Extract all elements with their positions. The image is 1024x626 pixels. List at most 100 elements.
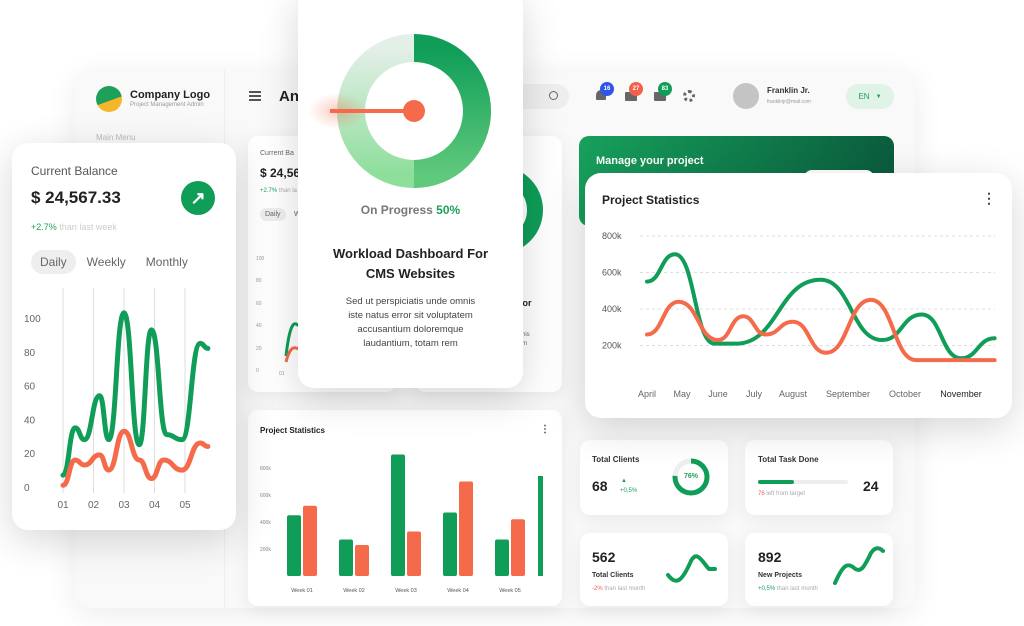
sparkline — [666, 554, 717, 583]
clients-value: 562 — [592, 549, 616, 565]
x-tick-label: Week 05 — [499, 588, 521, 594]
bar — [495, 539, 509, 576]
notification-badge: 16 — [600, 82, 614, 96]
mail-icon[interactable]: 27 — [625, 82, 643, 102]
logo-title: Company Logo — [130, 89, 211, 101]
progress-value: 50% — [436, 203, 461, 217]
user-name: Franklin Jr. — [767, 86, 810, 95]
balance-change: +2.7% than la — [260, 188, 297, 194]
y-tick: 20 — [256, 345, 262, 352]
back-y-axis: 100 80 60 40 20 0 — [256, 248, 264, 382]
folder-badge: 83 — [658, 82, 672, 96]
y-tick-label: 40 — [24, 415, 36, 426]
progress-text: On Progress 50% — [298, 203, 523, 217]
change-text: than last month — [604, 586, 646, 592]
x-tick-label: May — [673, 389, 691, 399]
y-tick-label: 0 — [24, 483, 30, 494]
bar — [339, 539, 353, 576]
bar — [287, 515, 301, 576]
body-line: iste natus error sit voluptatem — [348, 310, 473, 321]
y-tick-label: 600k — [602, 268, 622, 278]
change-value: +0,5% — [758, 586, 776, 592]
clients-trend-card: 562 Total Clients -2% than last month — [580, 533, 728, 606]
task-done-card: Total Task Done 76 left from target 24 — [745, 440, 893, 515]
company-logo — [96, 86, 122, 112]
y-tick-label: 100 — [24, 314, 41, 325]
ring-label: 76% — [683, 473, 698, 480]
y-tick-label: 60 — [24, 382, 36, 393]
total-clients-label: Total Clients — [592, 455, 640, 464]
triangle-up-icon: ▲ — [621, 478, 627, 484]
user-email: franklinjr@mail.com — [767, 99, 811, 105]
bell-icon[interactable]: 16 — [596, 82, 614, 102]
left-text: left from target — [766, 491, 806, 497]
series-line — [645, 252, 997, 361]
bar-chart-card: Project Statistics ⋮ 200k 400k 600k 800k Wee… — [248, 410, 562, 606]
tab-daily[interactable]: Daily — [260, 208, 286, 221]
total-clients-change: +0,5% — [620, 488, 638, 494]
current-balance-card: Current Balance $ 24,567.33 ↗ +2.7% than… — [12, 143, 236, 530]
project-statistics-card: Project Statistics ⋮ 200k 400k 600k 800k Apr… — [585, 173, 1012, 418]
y-tick: 0 — [256, 368, 259, 375]
x-tick: 01 — [279, 371, 285, 377]
title-line: CMS Websites — [365, 266, 456, 281]
change-value: +2.7% — [260, 188, 278, 194]
task-left: 76 left from target — [758, 491, 805, 497]
new-projects-card: 892 New Projects +0,5% than last month — [745, 533, 893, 606]
x-tick-label: Week 04 — [447, 588, 469, 594]
x-tick-label: July — [746, 389, 763, 399]
project-line-chart: 200k 400k 600k 800k April May June July August Se… — [602, 231, 997, 399]
x-tick-label: August — [779, 389, 808, 399]
bar — [443, 512, 457, 576]
banner-title: Manage your project — [596, 155, 704, 167]
chevron-down-icon: ▼ — [875, 93, 882, 100]
y-tick-label: 80 — [24, 348, 36, 359]
total-clients-value: 68 — [592, 478, 608, 494]
task-progress-bar — [758, 480, 848, 484]
notification-icons: 16 27 83 — [596, 82, 695, 102]
x-tick-label: Week 02 — [343, 588, 365, 594]
change-text: than last month — [776, 586, 818, 592]
language-value: EN — [858, 92, 870, 101]
bar — [511, 519, 525, 576]
body-line: laudantium, totam rem — [363, 338, 458, 349]
gear-icon[interactable] — [683, 90, 695, 102]
clients-label: Total Clients — [592, 572, 634, 579]
folder-icon[interactable]: 83 — [654, 82, 672, 102]
x-tick-label: Week 01 — [291, 588, 313, 594]
y-tick-label: 800k — [602, 231, 622, 241]
balance-amount: $ 24,56 — [260, 166, 301, 180]
x-tick-label: April — [638, 389, 656, 399]
y-tick: 40 — [256, 323, 262, 330]
clients-change: -2% than last month — [592, 586, 645, 592]
progress-label: On Progress — [360, 203, 433, 217]
bar — [459, 481, 473, 576]
task-done-label: Total Task Done — [758, 455, 819, 464]
x-tick-label: October — [889, 389, 921, 399]
bar — [407, 531, 421, 576]
workload-card: On Progress 50% Workload Dashboard For CM… — [298, 0, 523, 388]
workload-title: Workload Dashboard For CMS Websites — [298, 244, 523, 284]
projects-change: +0,5% than last month — [758, 586, 818, 592]
needle-pivot — [403, 100, 425, 122]
y-tick-label: 800k — [260, 466, 271, 472]
total-clients-card: Total Clients 68 ▲ +0,5% 76% — [580, 440, 728, 515]
language-select[interactable]: EN ▼ — [846, 84, 894, 109]
bar — [303, 505, 317, 576]
body-line: accusantium doloremque — [357, 324, 464, 335]
bar — [355, 544, 369, 576]
page-title: An — [279, 88, 299, 105]
y-tick-label: 400k — [602, 304, 622, 314]
hamburger-icon[interactable] — [249, 91, 261, 101]
left-count: 76 — [758, 491, 765, 497]
x-tick-label: 04 — [149, 500, 161, 511]
avatar[interactable] — [733, 83, 759, 109]
x-tick-label: 05 — [179, 500, 191, 511]
logo-subtitle: Project Management Admin — [130, 102, 204, 108]
projects-label: New Projects — [758, 572, 802, 579]
change-value: -2% — [592, 586, 603, 592]
workload-body: Sed ut perspiciatis unde omnis iste natus… — [298, 295, 523, 351]
bar — [538, 476, 543, 576]
y-tick-label: 20 — [24, 449, 36, 460]
search-icon[interactable] — [549, 91, 558, 100]
